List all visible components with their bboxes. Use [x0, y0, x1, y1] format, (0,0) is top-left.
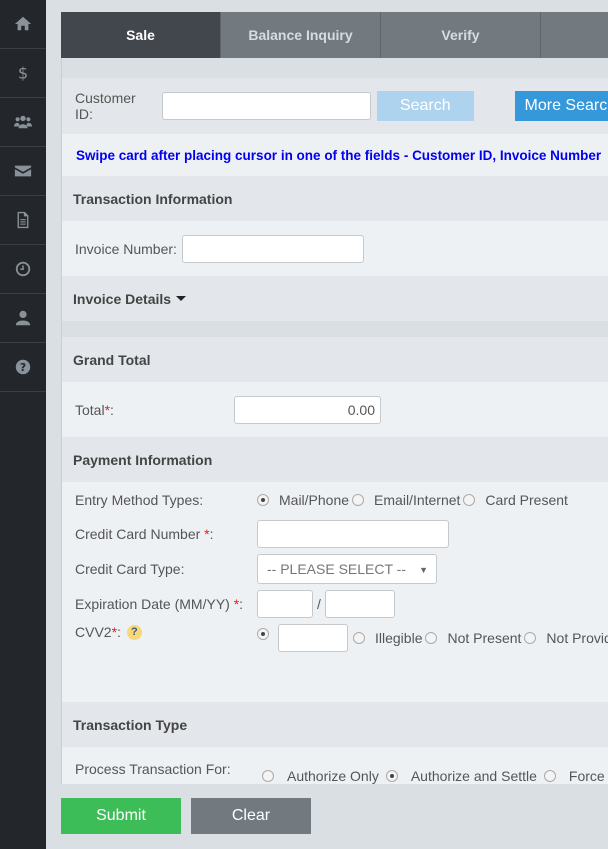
invoice-number-row: Invoice Number:	[62, 221, 608, 276]
sale-form: Customer ID: Search More Search Swipe ca…	[61, 58, 608, 784]
spacer	[62, 58, 608, 78]
sidebar-item-customers[interactable]	[0, 98, 46, 147]
cvv-illegible-label: Illegible	[375, 630, 423, 646]
sidebar-item-help[interactable]: ?	[0, 343, 46, 392]
process-for-label: Process Transaction For:	[75, 761, 231, 777]
colon: :	[209, 526, 214, 542]
process-options: Authorize Only Authorize and Settle Forc…	[262, 768, 605, 784]
cvv-help-icon[interactable]: ?	[126, 624, 142, 640]
cc-type-label: Credit Card Type:	[75, 561, 185, 577]
dropdown-arrow-icon: ▼	[419, 565, 428, 575]
exp-month-input[interactable]	[257, 590, 313, 618]
force-radio[interactable]	[543, 770, 556, 782]
cvv-not-present-label: Not Present	[447, 630, 522, 646]
tab-sale[interactable]: Sale	[61, 12, 221, 58]
payment-information-heading: Payment Information	[62, 437, 608, 482]
tab-balance-inquiry[interactable]: Balance Inquiry	[221, 12, 381, 58]
cvv-not-provided-radio[interactable]	[524, 632, 537, 644]
dollar-icon: $	[18, 64, 28, 82]
cc-number-input[interactable]	[257, 520, 449, 548]
spacer	[62, 321, 608, 337]
envelope-icon	[14, 165, 32, 177]
entry-method-row: Entry Method Types: Mail/Phone Email/Int…	[75, 490, 568, 510]
exp-year-input[interactable]	[324, 590, 395, 618]
total-row: Total*:	[62, 382, 608, 437]
entry-card-present-label: Card Present	[485, 492, 568, 508]
cc-number-label-text: Credit Card Number	[75, 526, 205, 542]
colon: :	[117, 624, 121, 640]
users-icon	[14, 115, 32, 129]
form-actions: Submit Clear	[61, 798, 311, 834]
entry-mail-phone-label: Mail/Phone	[279, 492, 350, 508]
entry-email-internet-radio[interactable]	[352, 494, 365, 506]
total-label: Total*:	[75, 402, 234, 418]
authorize-only-label: Authorize Only	[287, 768, 379, 784]
transaction-type-heading: Transaction Type	[62, 702, 608, 747]
clock-icon	[15, 261, 31, 277]
svg-text:$: $	[18, 64, 28, 82]
cc-number-label: Credit Card Number *:	[75, 526, 257, 542]
document-icon	[17, 211, 29, 229]
transaction-type-fields: Process Transaction For: Authorize Only …	[62, 747, 608, 784]
total-label-text: Total	[75, 401, 105, 418]
home-icon	[14, 16, 32, 31]
sidebar: $ ?	[0, 0, 46, 849]
transaction-information-heading: Transaction Information	[62, 176, 608, 221]
customer-search-row: Customer ID: Search More Search	[62, 78, 608, 134]
colon: :	[110, 401, 114, 418]
sidebar-item-history[interactable]	[0, 245, 46, 294]
sidebar-item-home[interactable]	[0, 0, 46, 49]
sidebar-item-account[interactable]	[0, 294, 46, 343]
user-icon	[15, 310, 31, 326]
clear-button[interactable]: Clear	[191, 798, 311, 834]
expiration-label: Expiration Date (MM/YY) *:	[75, 596, 257, 612]
cc-number-row: Credit Card Number *:	[75, 520, 449, 548]
sidebar-item-reports[interactable]	[0, 196, 46, 245]
cc-type-row: Credit Card Type: -- PLEASE SELECT -- ▼	[75, 554, 437, 584]
swipe-notice: Swipe card after placing cursor in one o…	[62, 134, 608, 176]
expiration-row: Expiration Date (MM/YY) *: /	[75, 590, 395, 618]
entry-mail-phone-radio[interactable]	[257, 494, 269, 506]
svg-text:?: ?	[20, 361, 26, 374]
grand-total-heading: Grand Total	[62, 337, 608, 382]
customer-id-input[interactable]	[161, 92, 372, 120]
cc-type-selected: -- PLEASE SELECT --	[267, 561, 407, 577]
exp-separator: /	[317, 596, 321, 612]
force-label: Force	[568, 768, 605, 784]
cc-type-select[interactable]: -- PLEASE SELECT -- ▼	[257, 554, 437, 584]
authorize-and-settle-label: Authorize and Settle	[410, 768, 537, 784]
customer-id-label: Customer ID:	[75, 90, 136, 122]
entry-card-present-radio[interactable]	[463, 494, 476, 506]
caret-down-icon	[176, 296, 187, 301]
question-icon: ?	[15, 359, 31, 375]
invoice-number-label: Invoice Number:	[75, 240, 177, 257]
submit-button[interactable]: Submit	[61, 798, 181, 834]
invoice-details-toggle[interactable]: Invoice Details	[62, 276, 608, 321]
colon: :	[239, 596, 244, 612]
expiration-label-text: Expiration Date (MM/YY)	[75, 596, 234, 612]
sidebar-item-transactions[interactable]: $	[0, 49, 46, 98]
cvv-not-provided-label: Not Provided	[546, 630, 608, 646]
more-search-button[interactable]: More Search	[514, 91, 608, 121]
entry-method-label: Entry Method Types:	[75, 492, 204, 508]
tab-next[interactable]: R	[541, 12, 608, 58]
tab-verify[interactable]: Verify	[381, 12, 541, 58]
tab-bar: Sale Balance Inquiry Verify R	[61, 12, 608, 58]
cvv-illegible-radio[interactable]	[353, 632, 365, 644]
sidebar-item-messages[interactable]	[0, 147, 46, 196]
authorize-and-settle-radio[interactable]	[385, 770, 398, 782]
total-input[interactable]	[234, 395, 381, 424]
entry-email-internet-label: Email/Internet	[374, 492, 461, 508]
payment-fields: Entry Method Types: Mail/Phone Email/Int…	[62, 482, 608, 702]
cvv-input[interactable]	[278, 624, 348, 652]
cvv-not-present-radio[interactable]	[425, 632, 438, 644]
cvv-entered-radio[interactable]	[257, 628, 269, 640]
search-button[interactable]: Search	[377, 91, 474, 121]
cvv-row: CVV2 *:? Illegible Not Present Not Provi…	[75, 624, 608, 652]
cvv-label: CVV2 *:?	[75, 624, 257, 640]
invoice-details-heading: Invoice Details	[73, 290, 172, 307]
cvv-label-text: CVV2	[75, 624, 112, 640]
authorize-only-radio[interactable]	[262, 770, 274, 782]
invoice-number-input[interactable]	[181, 234, 364, 263]
